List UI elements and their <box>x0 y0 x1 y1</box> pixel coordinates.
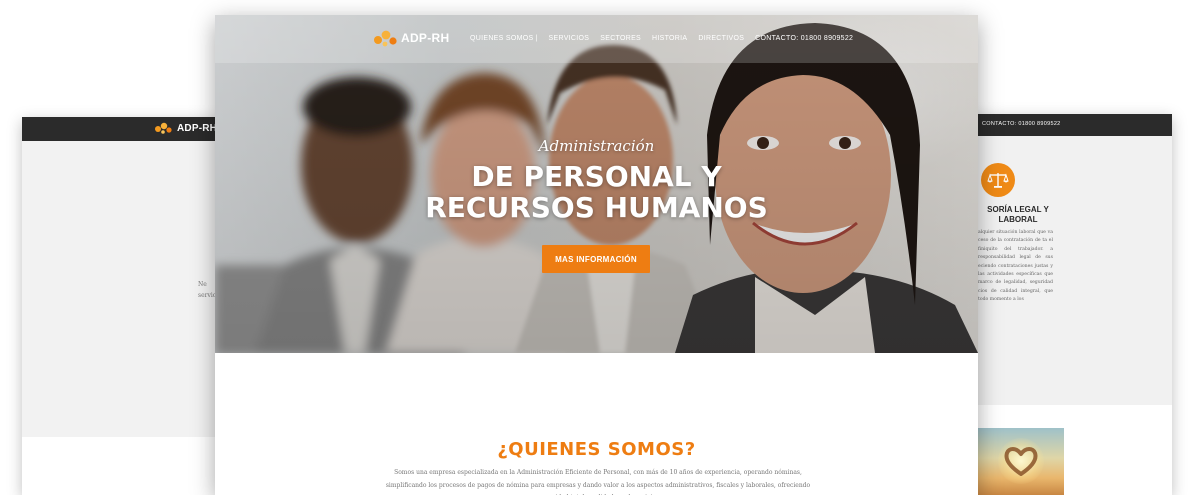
about-title: ¿QUIENES SOMOS? <box>497 439 696 460</box>
nav-contacto[interactable]: CONTACTO: 01800 8909522 <box>755 35 853 42</box>
main-menu: QUIENES SOMOS | SERVICIOS SECTORES HISTO… <box>470 35 864 42</box>
molecule-icon <box>374 30 397 47</box>
nav-separator: | <box>535 35 538 42</box>
left-preview-footer <box>22 437 222 495</box>
site-logo[interactable]: ADP-RH <box>373 29 449 47</box>
nav-historia[interactable]: HISTORIA <box>652 35 687 42</box>
service-description: alquier situación laboral que va ceso de… <box>978 230 1053 303</box>
right-preview-header: CONTACTO: 01800 8909522 <box>964 114 1172 136</box>
nav-directivos[interactable]: DIRECTIVOS <box>698 35 744 42</box>
nav-servicios[interactable]: SERVICIOS <box>549 35 590 42</box>
left-page-preview: ADP-RH Ne servic <box>22 117 222 495</box>
site-logo-text: ADP-RH <box>401 31 450 45</box>
nav-quienes-somos[interactable]: QUIENES SOMOS <box>470 35 533 42</box>
about-text: Somos una empresa especializada en la Ad… <box>385 469 811 495</box>
left-preview-logo: ADP-RH <box>154 122 217 134</box>
heart-hands-image <box>978 428 1064 495</box>
left-fragment-line: servic <box>198 292 217 299</box>
main-nav-bar: ADP-RH QUIENES SOMOS | SERVICIOS SECTORE… <box>215 15 978 63</box>
molecule-icon <box>155 122 172 134</box>
balance-scale-icon <box>981 163 1015 197</box>
right-page-preview: CONTACTO: 01800 8909522 SORÍA LEGAL Y LA… <box>964 114 1172 495</box>
hero-title-line: RECURSOS HUMANOS <box>425 191 768 224</box>
left-fragment-line: Ne <box>198 281 207 288</box>
nav-sectores[interactable]: SECTORES <box>600 35 641 42</box>
main-page-preview: ADP-RH QUIENES SOMOS | SERVICIOS SECTORE… <box>215 15 978 495</box>
hero-title: DE PERSONAL Y RECURSOS HUMANOS <box>215 161 978 223</box>
left-preview-text-fragment: Ne servic <box>198 279 216 301</box>
hero-banner: ADP-RH QUIENES SOMOS | SERVICIOS SECTORE… <box>215 15 978 353</box>
right-preview-contact: CONTACTO: 01800 8909522 <box>982 121 1061 127</box>
hero-subtitle: Administración <box>538 137 655 155</box>
hero-title-line: DE PERSONAL Y <box>471 160 722 193</box>
more-info-button[interactable]: MAS INFORMACIÓN <box>542 245 650 273</box>
left-preview-logo-text: ADP-RH <box>177 122 218 134</box>
service-title: SORÍA LEGAL Y LABORAL <box>987 205 1049 224</box>
left-preview-header: ADP-RH <box>22 117 222 141</box>
